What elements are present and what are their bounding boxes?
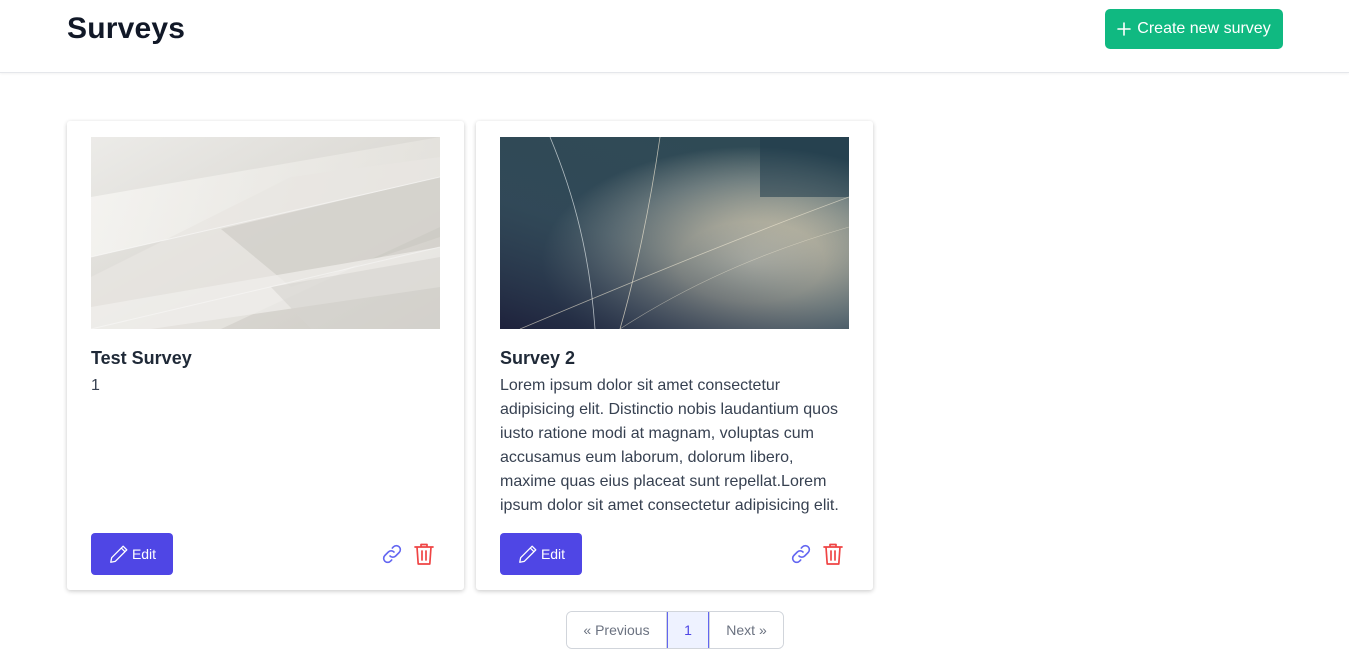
create-survey-button[interactable]: Create new survey [1105,9,1283,49]
page-1-button[interactable]: 1 [667,612,709,648]
edit-label: Edit [131,546,157,562]
survey-card: Survey 2 Lorem ipsum dolor sit amet cons… [476,121,873,590]
edit-button[interactable]: Edit [91,533,173,575]
link-icon[interactable] [789,542,813,566]
page-header: Surveys Create new survey [0,0,1349,73]
survey-description: 1 [91,377,100,394]
plus-icon [1117,22,1132,36]
page-title: Surveys [67,12,186,45]
survey-image [500,137,849,329]
create-survey-label: Create new survey [1137,20,1271,37]
edit-button[interactable]: Edit [500,533,582,575]
survey-image [91,137,440,329]
survey-description: Lorem ipsum dolor sit amet consectetur a… [500,377,839,514]
next-page-button[interactable]: Next » [709,612,783,648]
pencil-icon [519,545,537,563]
survey-title: Survey 2 [500,348,576,368]
edit-label: Edit [540,546,566,562]
link-icon[interactable] [380,542,404,566]
pagination: « Previous 1 Next » [566,611,784,649]
trash-icon[interactable] [822,542,844,566]
previous-page-button[interactable]: « Previous [567,612,667,648]
survey-title: Test Survey [91,348,192,368]
pencil-icon [110,545,128,563]
trash-icon[interactable] [413,542,435,566]
survey-card: Test Survey 1 Edit [67,121,464,590]
